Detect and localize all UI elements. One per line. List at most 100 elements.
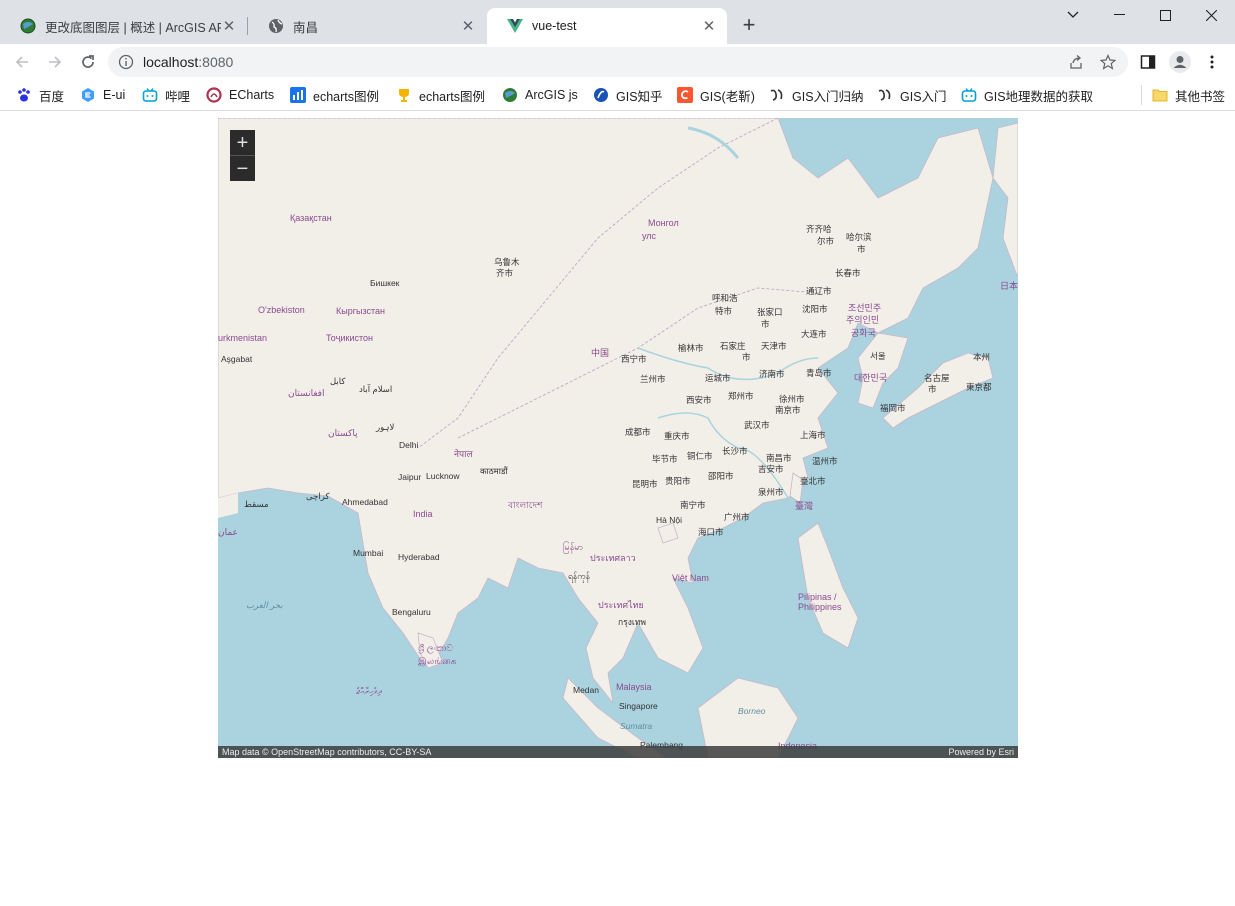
tab-strip: 更改底图图层 | 概述 | ArcGIS API ✕ 南昌 ✕ vue-test… — [0, 0, 1235, 44]
back-button[interactable] — [8, 48, 36, 76]
bilibili-icon — [142, 87, 158, 103]
map-label-city: 兰州市 — [640, 374, 666, 384]
map-label-city: Mumbai — [353, 548, 384, 558]
close-window-button[interactable] — [1188, 0, 1234, 30]
close-icon[interactable]: ✕ — [460, 18, 476, 35]
tab-nanchang[interactable]: 南昌 ✕ — [248, 8, 486, 44]
map-label-city: 贵阳市 — [665, 476, 691, 486]
zoom-in-button[interactable]: + — [230, 130, 255, 155]
reload-button[interactable] — [74, 48, 102, 76]
map-label-city: 长沙市 — [722, 446, 748, 456]
map-label-city: 臺北市 — [800, 476, 826, 486]
map-label-city: Bengaluru — [392, 607, 431, 617]
map-label-city: 上海市 — [800, 430, 826, 440]
side-panel-button[interactable] — [1134, 48, 1162, 76]
map-label-city: 长春市 — [835, 268, 861, 278]
map-label-city: 西安市 — [686, 395, 712, 405]
tab-title: 南昌 — [293, 20, 319, 35]
bookmark-echarts-legend-2[interactable]: echarts图例 — [396, 85, 485, 105]
map-label-city: 铜仁市 — [687, 451, 713, 461]
map-label-city: 海口市 — [698, 527, 724, 537]
map-label-city: 毕节市 — [652, 454, 678, 464]
map-label-city: Singapore — [619, 701, 658, 711]
close-icon[interactable]: ✕ — [701, 18, 717, 35]
map-label-city: Hyderabad — [398, 552, 440, 562]
bookmark-bilibili[interactable]: 哔哩 — [142, 85, 190, 105]
yuque-icon — [769, 87, 785, 103]
url-port: :8080 — [198, 54, 234, 70]
bar-chart-icon — [290, 87, 306, 103]
tab-arcgis-docs[interactable]: 更改底图图层 | 概述 | ArcGIS API ✕ — [0, 8, 247, 44]
map-label-city: 呼和浩 — [712, 293, 738, 303]
tab-vue-test[interactable]: vue-test ✕ — [487, 8, 727, 44]
map-label-city: 東京都 — [966, 382, 992, 392]
bookmark-gis-intro-summary[interactable]: GIS入门归纳 — [769, 85, 864, 105]
map-view[interactable]: Қазақстан Монгол улс 乌鲁木 齐市 Бишкек O'zbekiston… — [218, 118, 1018, 758]
bookmark-echarts-legend[interactable]: echarts图例 — [290, 85, 379, 105]
forward-button[interactable] — [41, 48, 69, 76]
map-label-city: 西宁市 — [621, 354, 647, 364]
star-icon[interactable] — [1100, 54, 1116, 70]
bookmark-arcgis-js[interactable]: ArcGIS js — [502, 85, 578, 105]
bookmark-gis-data[interactable]: GIS地理数据的获取 — [961, 85, 1093, 105]
map-label-country: urkmenistan — [218, 333, 268, 343]
map-label-city: กรุงเทพ — [618, 617, 646, 627]
bookmark-label: 其他书签 — [1175, 89, 1226, 104]
yuque-icon — [877, 87, 893, 103]
url-text[interactable]: localhost:8080 — [143, 54, 233, 70]
bookmark-baidu[interactable]: 百度 — [16, 85, 64, 105]
folder-icon — [1152, 87, 1168, 103]
zoom-out-button[interactable]: − — [230, 155, 255, 181]
map-label-city: 成都市 — [625, 427, 651, 437]
bookmark-label: 百度 — [39, 89, 65, 104]
menu-button[interactable] — [1198, 48, 1226, 76]
map-label-city: Бишкек — [370, 278, 400, 288]
bookmark-e-ui[interactable]: E-ui — [80, 85, 125, 105]
map-label-country: India — [413, 509, 433, 519]
bookmark-echarts[interactable]: ECharts — [206, 85, 274, 105]
tab-search-button[interactable] — [1050, 0, 1096, 30]
share-icon[interactable] — [1068, 54, 1084, 70]
map-label-country: 대한민국 — [854, 373, 888, 383]
bookmark-gis-laojin[interactable]: GIS(老靳) — [677, 85, 755, 105]
close-icon[interactable]: ✕ — [221, 18, 237, 35]
maximize-button[interactable] — [1142, 0, 1188, 30]
powered-by-esri[interactable]: Powered by Esri — [948, 746, 1014, 758]
map-label-city: 尔市 — [817, 236, 835, 246]
map-label-city: काठमाडौं — [480, 466, 508, 476]
bookmark-label: echarts图例 — [419, 89, 485, 104]
map-label-city: 沈阳市 — [802, 304, 828, 314]
bookmark-gis-intro[interactable]: GIS入门 — [877, 85, 947, 105]
info-icon[interactable] — [118, 54, 134, 70]
address-bar[interactable]: localhost:8080 — [108, 47, 1128, 77]
map-label-city: 济南市 — [759, 369, 785, 379]
minimize-button[interactable] — [1096, 0, 1142, 30]
map-label-city: اسلام آباد — [359, 384, 393, 394]
other-bookmarks[interactable]: 其他书签 — [1152, 85, 1225, 105]
map-label-city: 齐市 — [496, 268, 514, 278]
map-label-city: Ahmedabad — [342, 497, 388, 507]
map-label-city: Jaipur — [398, 472, 422, 482]
bookmark-gis-zhihu[interactable]: GIS知乎 — [593, 85, 663, 105]
map-label-country: عمان — [218, 527, 238, 537]
bookmark-label: echarts图例 — [313, 89, 379, 104]
bookmark-label: E-ui — [103, 88, 126, 102]
zhihu-icon — [593, 87, 609, 103]
profile-button[interactable] — [1166, 48, 1194, 76]
map-label-country: ශ්‍රී ලංකාව — [418, 643, 453, 653]
tab-title: vue-test — [532, 19, 577, 33]
map-label-city: 青岛市 — [806, 368, 832, 378]
map-label-country: Philippines — [798, 602, 842, 612]
map-label-country: Монгол — [648, 218, 679, 228]
bookmark-label: GIS入门 — [900, 89, 947, 104]
map-label-country: Việt Nam — [672, 573, 709, 583]
new-tab-button[interactable]: + — [738, 14, 760, 37]
map-label-city: Delhi — [399, 440, 419, 450]
map-label-country: 공화국 — [851, 328, 876, 338]
element-ui-icon — [80, 87, 96, 103]
side-panel-icon — [1140, 55, 1156, 69]
map-label-city: 昆明市 — [632, 479, 658, 489]
baidu-paw-icon — [16, 87, 32, 103]
browser-toolbar: localhost:8080 — [0, 44, 1235, 80]
map-label-country: Қазақстан — [290, 213, 332, 223]
